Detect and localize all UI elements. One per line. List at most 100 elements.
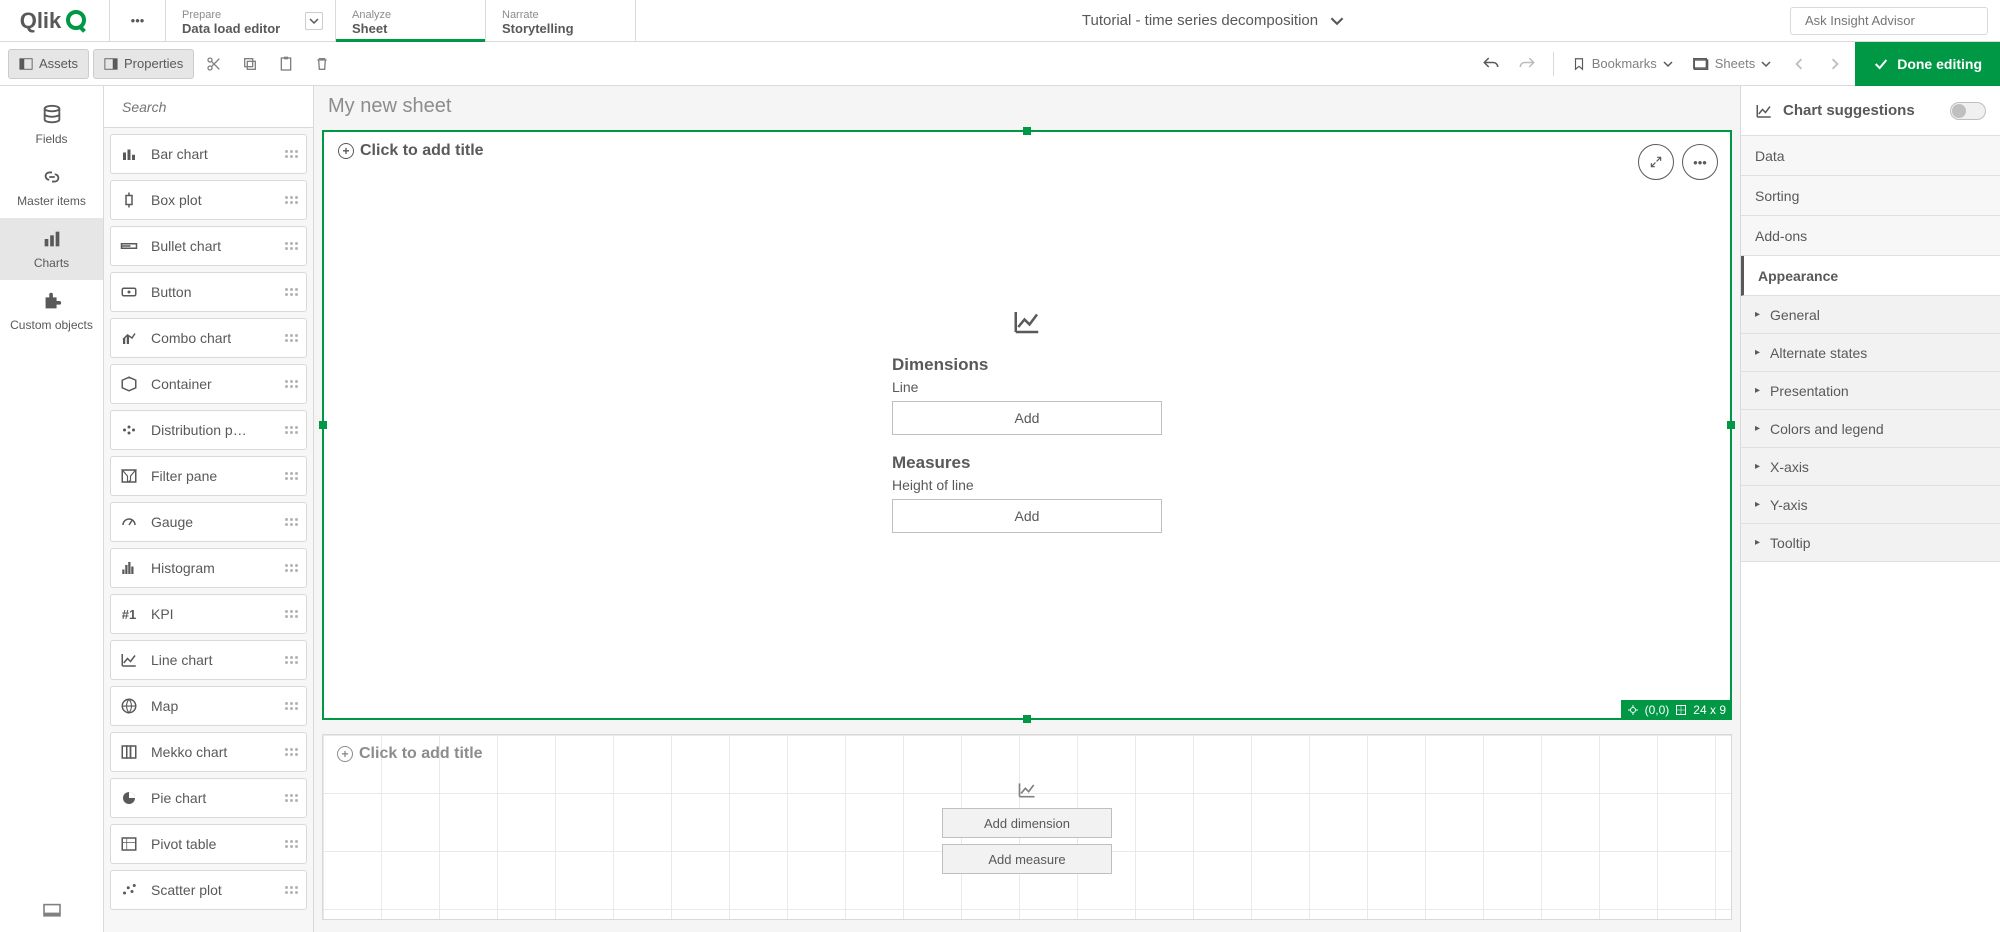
insight-search[interactable] bbox=[1790, 7, 1988, 35]
undo-button[interactable] bbox=[1475, 49, 1507, 79]
rail-custom-objects[interactable]: Custom objects bbox=[0, 280, 103, 342]
drag-handle-icon[interactable] bbox=[285, 196, 298, 204]
chart2-title[interactable]: + Click to add title bbox=[323, 735, 1731, 773]
chart1-title[interactable]: + Click to add title bbox=[324, 132, 1730, 170]
appearance-item[interactable]: ▸Tooltip bbox=[1741, 524, 2000, 562]
appearance-item[interactable]: ▸Y-axis bbox=[1741, 486, 2000, 524]
delete-button[interactable] bbox=[306, 49, 338, 79]
add-dimension-button[interactable]: Add bbox=[892, 401, 1162, 435]
drag-handle-icon[interactable] bbox=[285, 702, 298, 710]
add-measure-button-2[interactable]: Add measure bbox=[942, 844, 1112, 874]
asset-item[interactable]: Mekko chart bbox=[110, 732, 307, 772]
drag-handle-icon[interactable] bbox=[285, 150, 298, 158]
done-editing-label: Done editing bbox=[1897, 56, 1982, 72]
done-editing-button[interactable]: Done editing bbox=[1855, 42, 2000, 86]
props-section-addons[interactable]: Add-ons bbox=[1741, 216, 2000, 256]
asset-item[interactable]: Box plot bbox=[110, 180, 307, 220]
resize-handle-left[interactable] bbox=[319, 421, 327, 429]
appearance-sublist: ▸General▸Alternate states▸Presentation▸C… bbox=[1741, 296, 2000, 562]
asset-item[interactable]: Bar chart bbox=[110, 134, 307, 174]
drag-handle-icon[interactable] bbox=[285, 242, 298, 250]
drag-handle-icon[interactable] bbox=[285, 380, 298, 388]
asset-item[interactable]: Bullet chart bbox=[110, 226, 307, 266]
caret-right-icon: ▸ bbox=[1755, 309, 1760, 320]
asset-item[interactable]: Pie chart bbox=[110, 778, 307, 818]
drag-handle-icon[interactable] bbox=[285, 334, 298, 342]
appearance-item[interactable]: ▸Colors and legend bbox=[1741, 410, 2000, 448]
asset-item[interactable]: Map bbox=[110, 686, 307, 726]
chart-suggestions-row: Chart suggestions bbox=[1741, 86, 2000, 136]
asset-item[interactable]: Container bbox=[110, 364, 307, 404]
drag-handle-icon[interactable] bbox=[285, 840, 298, 848]
drag-handle-icon[interactable] bbox=[285, 610, 298, 618]
rail-bottom-toggle[interactable] bbox=[32, 893, 72, 932]
resize-handle-top[interactable] bbox=[1023, 127, 1031, 135]
resize-handle-bottom[interactable] bbox=[1023, 715, 1031, 723]
asset-item[interactable]: Button bbox=[110, 272, 307, 312]
copy-button[interactable] bbox=[234, 49, 266, 79]
cut-button[interactable] bbox=[198, 49, 230, 79]
tab-analyze[interactable]: Analyze Sheet bbox=[336, 0, 486, 41]
asset-item[interactable]: Distribution p… bbox=[110, 410, 307, 450]
drag-handle-icon[interactable] bbox=[285, 794, 298, 802]
selection-coords: (0,0) 24 x 9 bbox=[1621, 700, 1732, 720]
add-dimension-button-2[interactable]: Add dimension bbox=[942, 808, 1112, 838]
bookmarks-menu[interactable]: Bookmarks bbox=[1564, 49, 1681, 79]
drag-handle-icon[interactable] bbox=[285, 886, 298, 894]
asset-item[interactable]: Filter pane bbox=[110, 456, 307, 496]
chart-object-1[interactable]: + Click to add title ••• Dimensions Line… bbox=[322, 130, 1732, 720]
props-section-data[interactable]: Data bbox=[1741, 136, 2000, 176]
sheets-menu[interactable]: Sheets bbox=[1685, 49, 1779, 79]
properties-toggle[interactable]: Properties bbox=[93, 49, 194, 79]
chart-suggestions-toggle[interactable] bbox=[1950, 102, 1986, 120]
assets-toggle[interactable]: Assets bbox=[8, 49, 89, 79]
prev-sheet-button[interactable] bbox=[1783, 49, 1815, 79]
drag-handle-icon[interactable] bbox=[285, 472, 298, 480]
paste-icon bbox=[278, 56, 294, 72]
appearance-item[interactable]: ▸Presentation bbox=[1741, 372, 2000, 410]
appearance-item[interactable]: ▸General bbox=[1741, 296, 2000, 334]
insight-search-input[interactable] bbox=[1805, 13, 1981, 28]
asset-item[interactable]: Pivot table bbox=[110, 824, 307, 864]
asset-item[interactable]: Line chart bbox=[110, 640, 307, 680]
tab-prepare-chevron[interactable] bbox=[305, 12, 323, 30]
app-more-button[interactable]: ••• bbox=[110, 0, 166, 41]
appearance-item[interactable]: ▸X-axis bbox=[1741, 448, 2000, 486]
chart-object-2[interactable]: + Click to add title Add dimension Add m… bbox=[322, 734, 1732, 920]
rail-master-items[interactable]: Master items bbox=[0, 156, 103, 218]
props-section-sorting[interactable]: Sorting bbox=[1741, 176, 2000, 216]
tab-prepare[interactable]: Prepare Data load editor bbox=[166, 0, 336, 41]
assets-search[interactable] bbox=[104, 86, 313, 128]
props-section-appearance[interactable]: Appearance bbox=[1741, 256, 2000, 296]
next-sheet-button[interactable] bbox=[1819, 49, 1851, 79]
rail-fields[interactable]: Fields bbox=[0, 94, 103, 156]
asset-item[interactable]: Combo chart bbox=[110, 318, 307, 358]
asset-item[interactable]: Scatter plot bbox=[110, 870, 307, 910]
fullscreen-button[interactable] bbox=[1638, 144, 1674, 180]
size-text: 24 x 9 bbox=[1693, 703, 1726, 717]
redo-button[interactable] bbox=[1511, 49, 1543, 79]
caret-right-icon: ▸ bbox=[1755, 347, 1760, 358]
asset-item[interactable]: Gauge bbox=[110, 502, 307, 542]
asset-item[interactable]: Histogram bbox=[110, 548, 307, 588]
drag-handle-icon[interactable] bbox=[285, 564, 298, 572]
appearance-item[interactable]: ▸Alternate states bbox=[1741, 334, 2000, 372]
rail-charts[interactable]: Charts bbox=[0, 218, 103, 280]
app-title[interactable]: Tutorial - time series decomposition bbox=[636, 0, 1790, 41]
tab-narrate[interactable]: Narrate Storytelling bbox=[486, 0, 636, 41]
sheets-icon bbox=[1693, 57, 1709, 71]
asset-item[interactable]: #1KPI bbox=[110, 594, 307, 634]
drag-handle-icon[interactable] bbox=[285, 518, 298, 526]
resize-handle-right[interactable] bbox=[1727, 421, 1735, 429]
drag-handle-icon[interactable] bbox=[285, 656, 298, 664]
paste-button[interactable] bbox=[270, 49, 302, 79]
drag-handle-icon[interactable] bbox=[285, 426, 298, 434]
qlik-logo[interactable]: Qlik bbox=[0, 0, 110, 41]
chart-more-button[interactable]: ••• bbox=[1682, 144, 1718, 180]
asset-label: Mekko chart bbox=[151, 744, 227, 760]
drag-handle-icon[interactable] bbox=[285, 288, 298, 296]
add-measure-button[interactable]: Add bbox=[892, 499, 1162, 533]
drag-handle-icon[interactable] bbox=[285, 748, 298, 756]
sheet-title[interactable]: My new sheet bbox=[314, 86, 1740, 126]
assets-search-input[interactable] bbox=[122, 99, 304, 115]
